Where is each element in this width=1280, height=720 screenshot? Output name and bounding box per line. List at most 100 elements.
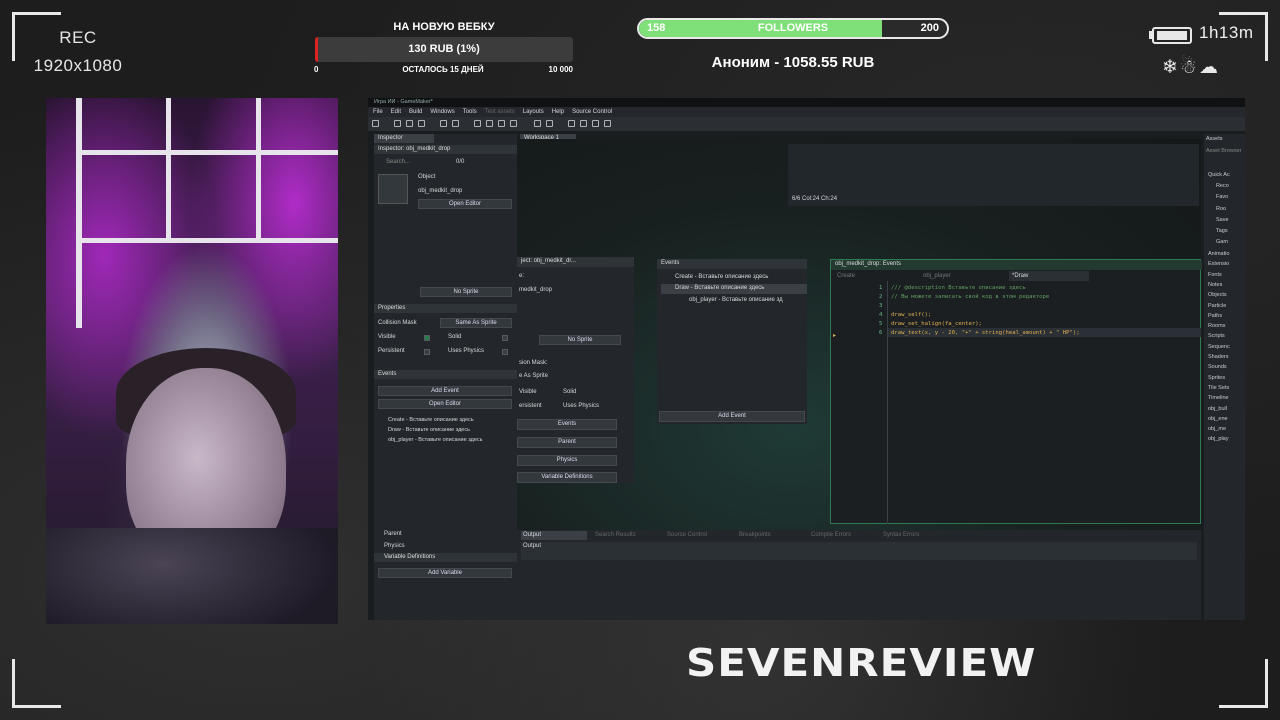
asset-item[interactable]: Animatio [1208,251,1229,257]
menu-build[interactable]: Build [409,109,422,115]
zoom-out-icon[interactable] [568,120,575,127]
stop-icon[interactable] [498,120,505,127]
event-item-draw[interactable]: Draw - Вставьте описание здесь [388,427,470,433]
output-tab-output[interactable]: Output [523,532,541,538]
object-parent-button[interactable]: Parent [517,437,617,448]
output-tab-search-results[interactable]: Search Results [595,532,636,538]
events-item-create[interactable]: Create - Вставьте описание здесь [675,274,768,280]
add-event-button[interactable]: Add Event [378,386,512,396]
tab-assets[interactable]: Assets [1206,136,1223,142]
add-variable-button[interactable]: Add Variable [378,568,512,578]
zoom-in-icon[interactable] [592,120,599,127]
asset-item[interactable]: Paths [1208,313,1222,319]
event-item-collision[interactable]: obj_player - Вставьте описание здесь [388,437,483,443]
code-tab-obj-player[interactable]: obj_player [923,273,951,279]
asset-item[interactable]: Rooms [1208,323,1225,329]
code-line-2[interactable]: // Вы можете записать свой код в этом ре… [891,293,1049,302]
asset-item[interactable]: Sounds [1208,364,1227,370]
physics-section[interactable]: Physics [384,543,405,549]
solid-checkbox[interactable] [502,335,508,341]
asset-item[interactable]: obj_play [1208,436,1229,442]
object-name-field[interactable]: obj_medkit_drop [418,188,462,194]
properties-section[interactable]: Properties [374,304,517,313]
resolution-label: 1920x1080 [33,56,123,75]
menu-source-control[interactable]: Source Control [572,109,612,115]
menu-test-assets[interactable]: Test assets [485,109,515,115]
asset-item[interactable]: Favo [1216,194,1228,200]
object-sprite-select[interactable]: No Sprite [539,335,621,345]
visible-checkbox[interactable] [424,335,430,341]
open-editor-button[interactable]: Open Editor [418,199,512,209]
code-tab-create[interactable]: Create [837,273,855,279]
menu-help[interactable]: Help [552,109,564,115]
asset-item[interactable]: Scripts [1208,333,1225,339]
asset-item[interactable]: Gam [1216,239,1228,245]
code-tab-draw[interactable]: *Draw [1012,273,1028,279]
uses-physics-checkbox[interactable] [502,349,508,355]
asset-item[interactable]: Tile Sets [1208,385,1229,391]
output-tab-compile-errors[interactable]: Compile Errors [811,532,851,538]
code-line-4[interactable]: draw_self(); [891,311,931,320]
menu-tools[interactable]: Tools [463,109,477,115]
asset-item[interactable]: Tags [1216,228,1228,234]
code-line-1[interactable]: /// @description Вставьте описание здесь [891,284,1026,293]
variable-definitions-section[interactable]: Variable Definitions [374,553,517,562]
output-tab-breakpoints[interactable]: Breakpoints [739,532,771,538]
run-icon[interactable] [486,120,493,127]
redo-icon[interactable] [452,120,459,127]
asset-item[interactable]: Quick Ac [1208,172,1230,178]
asset-item[interactable]: Fonts [1208,272,1222,278]
asset-item[interactable]: Save [1216,217,1229,223]
object-variable-definitions-button[interactable]: Variable Definitions [517,472,617,483]
events-section[interactable]: Events [374,370,517,379]
asset-item[interactable]: Shaders [1208,354,1229,360]
object-events-button[interactable]: Events [517,419,617,430]
home-icon[interactable] [372,120,379,127]
asset-item[interactable]: obj_ene [1208,416,1228,422]
menu-windows[interactable]: Windows [430,109,454,115]
events-item-collision[interactable]: obj_player - Вставьте описание зд [689,297,783,303]
asset-item[interactable]: Extensio [1208,261,1229,267]
asset-item[interactable]: obj_me [1208,426,1226,432]
persistent-checkbox[interactable] [424,349,430,355]
debug-icon[interactable] [474,120,481,127]
clean-icon[interactable] [510,120,517,127]
output-tab-syntax-errors[interactable]: Syntax Errors [883,532,919,538]
object-physics-button[interactable]: Physics [517,455,617,466]
gamemaker-window: Игра ИИ - GameMaker* File Edit Build Window… [368,98,1245,620]
object-mask-select[interactable]: e As Sprite [519,373,548,379]
asset-item[interactable]: Sequenc [1208,344,1230,350]
asset-item[interactable]: Timeline [1208,395,1229,401]
events-add-event-button[interactable]: Add Event [659,411,805,422]
zoom-reset-icon[interactable] [580,120,587,127]
asset-item[interactable]: Reco [1216,183,1229,189]
open-icon[interactable] [406,120,413,127]
asset-item[interactable]: Particle [1208,303,1226,309]
menu-file[interactable]: File [373,109,383,115]
asset-item[interactable]: obj_bull [1208,406,1227,412]
menu-layouts[interactable]: Layouts [523,109,544,115]
output-tab-source-control[interactable]: Source Control [667,532,707,538]
target-icon[interactable] [534,120,541,127]
undo-icon[interactable] [440,120,447,127]
save-icon[interactable] [418,120,425,127]
fit-icon[interactable] [604,120,611,127]
new-icon[interactable] [394,120,401,127]
parent-section[interactable]: Parent [384,531,402,537]
asset-item[interactable]: Sprites [1208,375,1225,381]
events-item-draw[interactable]: Draw - Вставьте описание здесь [675,285,764,291]
object-name-input[interactable]: medkit_drop [519,287,552,293]
tab-inspector[interactable]: Inspector [374,134,434,143]
menu-edit[interactable]: Edit [391,109,401,115]
code-line-6[interactable]: draw_text(x, y - 20, "+" + string(heal_a… [891,329,1080,338]
inspector-search[interactable]: Search... [386,159,410,165]
help-icon[interactable] [546,120,553,127]
asset-item[interactable]: Notes [1208,282,1222,288]
asset-item[interactable]: Objects [1208,292,1227,298]
collision-mask-select[interactable]: Same As Sprite [440,318,512,328]
event-item-create[interactable]: Create - Вставьте описание здесь [388,417,474,423]
asset-item[interactable]: Roo [1216,206,1226,212]
output-panel: Output Search Results Source Control Bre… [517,530,1201,620]
open-editor-events-button[interactable]: Open Editor [378,399,512,409]
sprite-select[interactable]: No Sprite [420,287,512,297]
